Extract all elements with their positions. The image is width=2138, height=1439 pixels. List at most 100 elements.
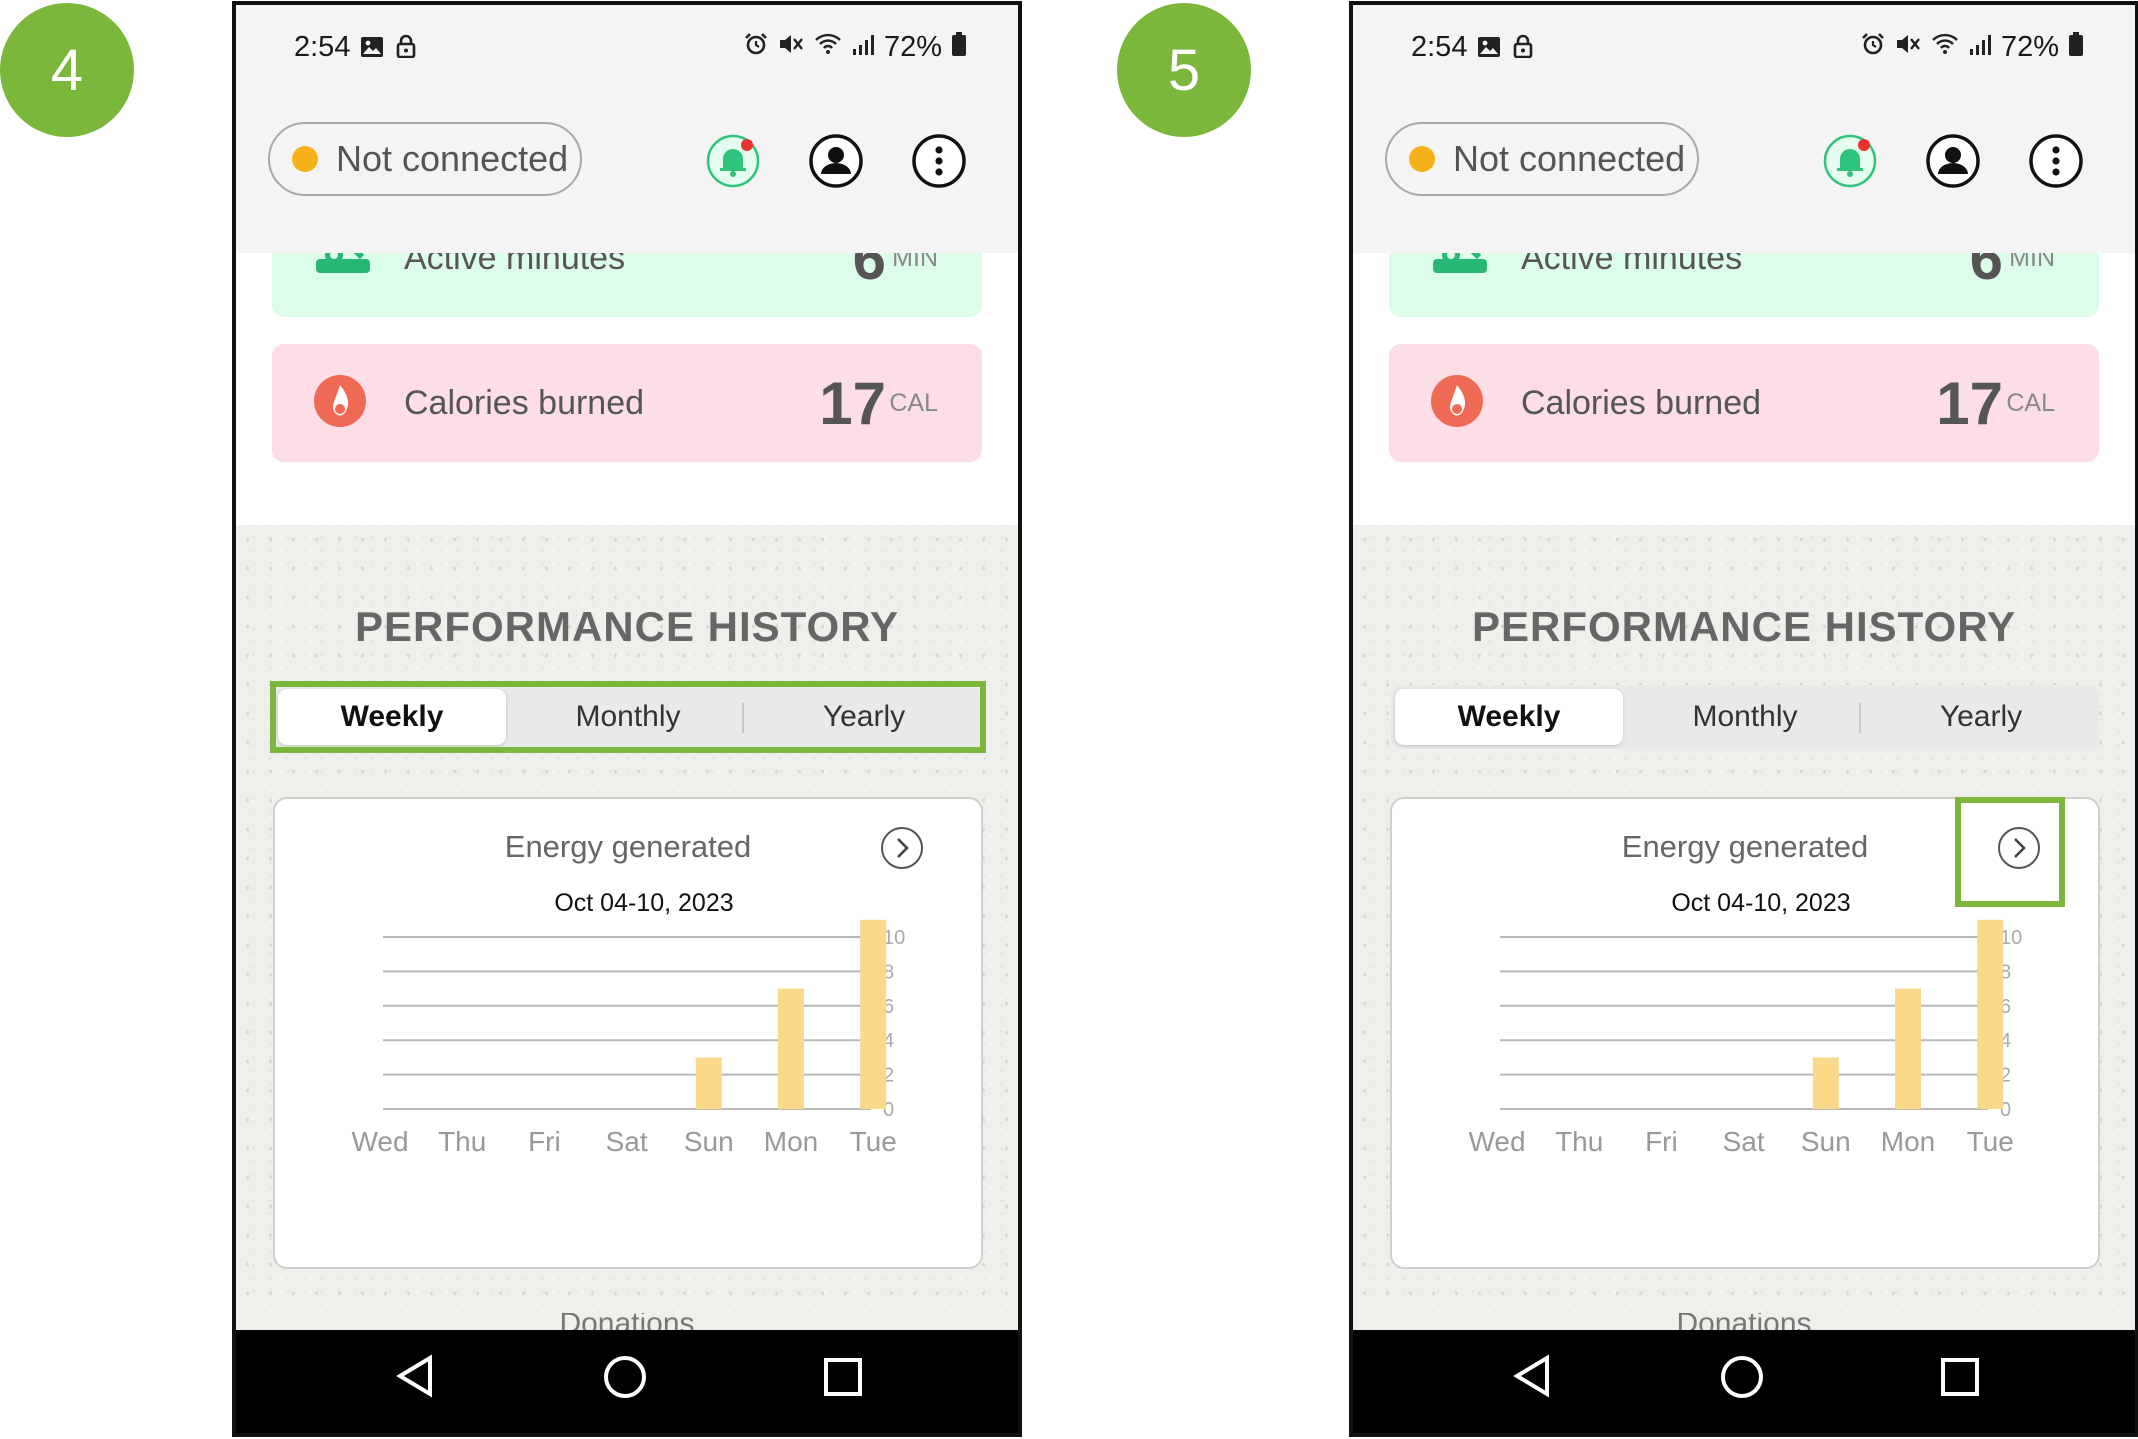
performance-history-section: PERFORMANCE HISTORY Weekly Monthly Yearl… bbox=[1353, 525, 2135, 1325]
card-label: Calories burned bbox=[404, 383, 645, 422]
app-header: Not connected bbox=[1353, 91, 2135, 253]
battery-percent: 72% bbox=[883, 31, 942, 63]
x-tick-label: Thu bbox=[1555, 1126, 1603, 1157]
status-time: 2:54 bbox=[1411, 31, 1468, 63]
app-header: Not connected bbox=[236, 91, 1018, 253]
system-navigation-bar bbox=[236, 1330, 1018, 1433]
step-number-badge: 5 bbox=[1117, 3, 1251, 137]
x-tick-label: Mon bbox=[1881, 1126, 1935, 1157]
battery-percent: 72% bbox=[2000, 31, 2059, 63]
bar bbox=[695, 1057, 722, 1109]
bar bbox=[778, 988, 804, 1109]
phone-screenshot: 2:54 72% Active minutes 6 MIN Calories b… bbox=[232, 1, 1022, 1437]
back-icon[interactable] bbox=[1511, 1354, 1555, 1403]
alarm-icon bbox=[744, 31, 768, 64]
status-bar: 2:54 72% bbox=[1353, 5, 2135, 91]
card-value: 17 bbox=[1936, 369, 2003, 437]
x-tick-label: Tue bbox=[1967, 1126, 2014, 1157]
tab-divider bbox=[1859, 703, 1861, 733]
alarm-icon bbox=[1861, 31, 1885, 64]
notification-bell-icon[interactable] bbox=[705, 133, 761, 189]
bar bbox=[1895, 988, 1921, 1109]
system-navigation-bar bbox=[1353, 1330, 2135, 1433]
phone-screenshot: 2:54 72% Active minutes 6 MIN Calories b… bbox=[1349, 1, 2138, 1437]
next-section-peek: Donations bbox=[1353, 1313, 2135, 1330]
x-tick-label: Wed bbox=[1468, 1126, 1525, 1157]
mute-icon bbox=[778, 31, 804, 64]
energy-bar-chart: 0246810Wed Thu Fri Sat Sun Mon Tue bbox=[351, 919, 905, 1157]
card-unit: CAL bbox=[889, 388, 938, 417]
next-section-title: Donations bbox=[559, 1313, 695, 1330]
dashboard-scroll-area[interactable]: Active minutes 6 MIN Calories burned 17 … bbox=[1353, 199, 2135, 1325]
wifi-icon bbox=[814, 31, 842, 64]
tab-monthly[interactable]: Monthly bbox=[514, 689, 742, 745]
lock-icon bbox=[396, 33, 416, 66]
step-number-badge: 4 bbox=[0, 3, 134, 137]
x-tick-label: Sun bbox=[1801, 1126, 1851, 1157]
connection-status-button[interactable]: Not connected bbox=[1385, 122, 1699, 196]
section-title: PERFORMANCE HISTORY bbox=[354, 603, 900, 650]
x-tick-label: Fri bbox=[528, 1126, 561, 1157]
battery-icon bbox=[952, 31, 966, 64]
more-options-icon[interactable] bbox=[2028, 133, 2084, 189]
x-tick-label: Sun bbox=[684, 1126, 734, 1157]
y-tick-label: 10 bbox=[2000, 927, 2022, 949]
tab-divider bbox=[742, 703, 744, 733]
dashboard-scroll-area[interactable]: Active minutes 6 MIN Calories burned 17 … bbox=[236, 199, 1018, 1325]
lock-icon bbox=[1513, 33, 1533, 66]
card-unit: CAL bbox=[2006, 388, 2055, 417]
back-icon[interactable] bbox=[394, 1354, 438, 1403]
status-time: 2:54 bbox=[294, 31, 351, 63]
performance-history-section: PERFORMANCE HISTORY Weekly Monthly Yearl… bbox=[236, 525, 1018, 1325]
x-tick-label: Thu bbox=[438, 1126, 486, 1157]
profile-icon[interactable] bbox=[1925, 133, 1981, 189]
x-tick-label: Sat bbox=[1723, 1126, 1765, 1157]
status-bar: 2:54 72% bbox=[236, 5, 1018, 91]
wifi-icon bbox=[1931, 31, 1959, 64]
card-label: Calories burned bbox=[1521, 383, 1762, 422]
x-tick-label: Fri bbox=[1645, 1126, 1678, 1157]
x-tick-label: Wed bbox=[351, 1126, 408, 1157]
connection-status-button[interactable]: Not connected bbox=[268, 122, 582, 196]
energy-chart-card: Energy generated Oct 04-10, 2023 0 2 4 6 8 10… bbox=[1390, 797, 2100, 1269]
recents-icon[interactable] bbox=[1940, 1357, 1980, 1402]
tab-weekly[interactable]: Weekly bbox=[278, 689, 506, 745]
calories-card: Calories burned 17 CAL bbox=[272, 344, 982, 462]
calories-card: Calories burned 17 CAL bbox=[1389, 344, 2099, 462]
notification-bell-icon[interactable] bbox=[1822, 133, 1878, 189]
bar bbox=[1977, 919, 2004, 1109]
tab-yearly[interactable]: Yearly bbox=[1867, 689, 2095, 745]
x-tick-label: Sat bbox=[606, 1126, 648, 1157]
x-tick-label: Tue bbox=[850, 1126, 897, 1157]
gallery-icon bbox=[1477, 33, 1501, 66]
home-icon[interactable] bbox=[1719, 1354, 1765, 1405]
section-title: PERFORMANCE HISTORY bbox=[1471, 603, 2017, 650]
home-icon[interactable] bbox=[602, 1354, 648, 1405]
profile-icon[interactable] bbox=[808, 133, 864, 189]
next-section-peek: Donations bbox=[236, 1313, 1018, 1330]
connection-status-label: Not connected bbox=[1453, 138, 1686, 179]
connection-status-label: Not connected bbox=[336, 138, 569, 179]
energy-chart-card: Energy generated Oct 04-10, 2023 0 2 4 6 8 10… bbox=[273, 797, 983, 1269]
card-value: 17 bbox=[819, 369, 886, 437]
y-tick-label: 10 bbox=[883, 927, 905, 949]
period-tabs: Weekly Monthly Yearly bbox=[274, 685, 982, 749]
battery-icon bbox=[2069, 31, 2083, 64]
gallery-icon bbox=[360, 33, 384, 66]
tab-weekly[interactable]: Weekly bbox=[1395, 689, 1623, 745]
next-section-title: Donations bbox=[1676, 1313, 1812, 1330]
calories-flame-icon bbox=[312, 373, 368, 434]
more-options-icon[interactable] bbox=[911, 133, 967, 189]
tab-monthly[interactable]: Monthly bbox=[1631, 689, 1859, 745]
calories-flame-icon bbox=[1429, 373, 1485, 434]
connection-status-dot bbox=[292, 146, 318, 172]
energy-bar-chart: 0246810Wed Thu Fri Sat Sun Mon Tue bbox=[1468, 919, 2022, 1157]
connection-status-dot bbox=[1409, 146, 1435, 172]
recents-icon[interactable] bbox=[823, 1357, 863, 1402]
signal-icon bbox=[1969, 31, 1991, 64]
x-tick-label: Mon bbox=[764, 1126, 818, 1157]
tab-yearly[interactable]: Yearly bbox=[750, 689, 978, 745]
signal-icon bbox=[852, 31, 874, 64]
bar bbox=[860, 919, 887, 1109]
mute-icon bbox=[1895, 31, 1921, 64]
